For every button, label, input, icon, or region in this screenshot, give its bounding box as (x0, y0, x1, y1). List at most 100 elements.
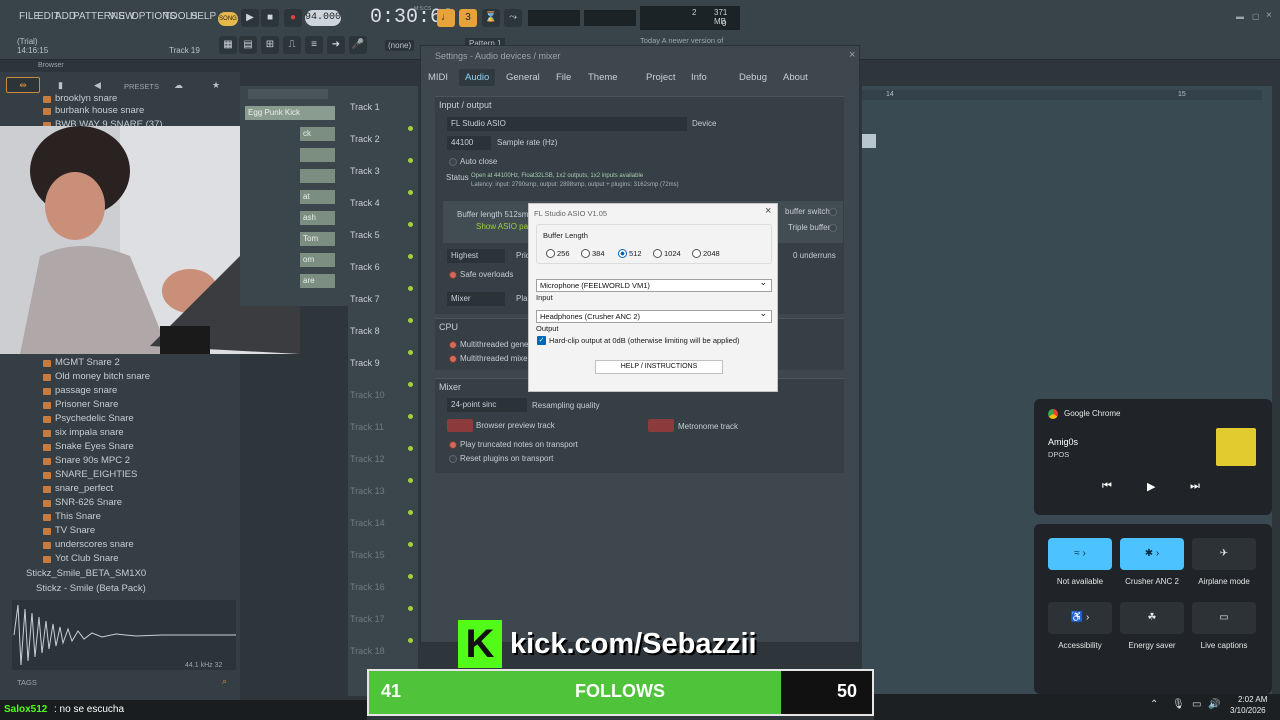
track-led[interactable] (408, 222, 413, 227)
track-label[interactable]: Track 11 (350, 422, 384, 432)
browser-presets-tab[interactable]: PRESETS (124, 82, 159, 91)
browser-item[interactable]: passage snare (42, 385, 117, 396)
track-led[interactable] (408, 446, 413, 451)
mixer-select[interactable]: Mixer (447, 292, 505, 306)
tempo-icon[interactable]: ≡ (305, 36, 323, 54)
stop-icon[interactable]: ■ (261, 9, 279, 27)
browser-all-tab[interactable]: ⇹ (6, 77, 40, 93)
browser-item[interactable]: Snake Eyes Snare (43, 441, 134, 452)
piano-roll-icon[interactable]: ⊞ (261, 36, 279, 54)
pattern-clip[interactable] (862, 134, 876, 148)
channel-button[interactable] (300, 169, 335, 183)
browser-item[interactable]: Old money bitch snare (42, 371, 150, 382)
close-icon[interactable]: × (1266, 10, 1272, 21)
arrow-icon[interactable]: ➜ (327, 36, 345, 54)
settings-close-icon[interactable]: × (849, 49, 855, 61)
output-device-select[interactable]: Headphones (Crusher ANC 2) (536, 308, 772, 323)
track-label[interactable]: Track 7 (350, 294, 380, 304)
taskbar-time[interactable]: 2:02 AM (1238, 695, 1267, 704)
multithreaded-mixer-toggle[interactable] (449, 355, 457, 363)
safe-overloads-toggle[interactable] (449, 271, 457, 279)
track-label[interactable]: Track 5 (350, 230, 380, 240)
playlist-timeline[interactable]: 14 15 (862, 90, 1262, 100)
search-icon[interactable]: ⌕ (222, 676, 227, 687)
song-mode-toggle[interactable]: SONG (218, 12, 238, 26)
metronome-icon[interactable]: ♩ (437, 9, 455, 27)
tempo-display[interactable]: 94.000 (305, 10, 341, 26)
count-in-icon[interactable]: 3 (459, 9, 477, 27)
tab-theme[interactable]: Theme (588, 72, 618, 83)
browser-item[interactable]: brooklyn snare (42, 93, 117, 104)
track-label[interactable]: Track 1 (350, 102, 380, 112)
channel-button[interactable]: are (300, 274, 335, 288)
channel-button[interactable]: Egg Punk Kick (245, 106, 335, 120)
triple-buffer-toggle[interactable] (829, 224, 837, 232)
auto-close-toggle[interactable] (449, 158, 457, 166)
browser-item[interactable]: SNR-626 Snare (42, 497, 122, 508)
track-led[interactable] (408, 574, 413, 579)
track-label[interactable]: Track 16 (350, 582, 385, 592)
browser-item[interactable]: This Snare (43, 511, 101, 522)
track-label[interactable]: Track 9 (350, 358, 380, 368)
track-label[interactable]: Track 18 (350, 646, 385, 656)
browser-item[interactable]: Prisoner Snare (42, 399, 118, 410)
track-label[interactable]: Track 4 (350, 198, 380, 208)
resampling-select[interactable]: 24-point sinc (447, 398, 527, 412)
track-label[interactable]: Track 8 (350, 326, 380, 336)
channel-rack-icon[interactable]: ▤ (239, 36, 257, 54)
tab-debug[interactable]: Debug (739, 72, 767, 83)
priority-select[interactable]: Highest (447, 249, 505, 263)
browser-folder[interactable]: Stickz_Smile_BETA_SM1X0 (26, 568, 146, 579)
buffer-switch-toggle[interactable] (829, 208, 837, 216)
playlist-icon[interactable]: ▦ (219, 36, 237, 54)
browser-item[interactable]: underscores snare (43, 539, 134, 550)
channel-button[interactable]: at (300, 190, 335, 204)
play-icon[interactable]: ▶ (241, 9, 259, 27)
browser-files-icon[interactable]: ▮ (58, 80, 63, 91)
track-label[interactable]: Track 3 (350, 166, 380, 176)
play-truncated-toggle[interactable] (449, 441, 457, 449)
loop-record-icon[interactable]: ⤳ (504, 9, 522, 27)
track-led[interactable] (408, 478, 413, 483)
live-captions-tile[interactable]: ▭ (1192, 602, 1256, 634)
channel-button[interactable]: Tom (300, 232, 335, 246)
record-icon[interactable]: ● (284, 9, 302, 27)
microphone-icon[interactable]: 🎤 (349, 36, 367, 54)
metronome-track-button[interactable] (648, 419, 674, 432)
track-label[interactable]: Track 13 (350, 486, 385, 496)
hardclip-checkbox[interactable]: ✓ (537, 336, 546, 345)
browser-speaker-icon[interactable]: ◀ (94, 80, 101, 91)
next-track-icon[interactable]: ⏭ (1190, 480, 1200, 493)
mixer-icon[interactable]: ⎍ (283, 36, 301, 54)
menu-help[interactable]: HELP (190, 11, 216, 22)
track-label[interactable]: Track 10 (350, 390, 385, 400)
airplane-tile[interactable]: ✈ (1192, 538, 1256, 570)
taskbar-date[interactable]: 3/10/2026 (1230, 706, 1266, 715)
track-led[interactable] (408, 286, 413, 291)
track-led[interactable] (408, 542, 413, 547)
help-instructions-button[interactable]: HELP / INSTRUCTIONS (595, 360, 723, 374)
none-dropdown[interactable]: (none) (385, 40, 415, 51)
track-label[interactable]: Track 14 (350, 518, 385, 528)
previous-track-icon[interactable]: ⏮ (1102, 480, 1112, 493)
accessibility-tile[interactable]: ♿ › (1048, 602, 1112, 634)
browser-star-icon[interactable]: ★ (212, 80, 220, 91)
track-led[interactable] (408, 606, 413, 611)
reset-plugins-toggle[interactable] (449, 455, 457, 463)
track-label[interactable]: Track 2 (350, 134, 380, 144)
sample-rate-select[interactable]: 44100 (447, 136, 491, 150)
track-label[interactable]: Track 12 (350, 454, 385, 464)
multithreaded-gen-toggle[interactable] (449, 341, 457, 349)
track-led[interactable] (408, 158, 413, 163)
buffer-radio-1024[interactable] (653, 249, 662, 258)
channel-button[interactable]: ash (300, 211, 335, 225)
tray-network-icon[interactable]: ▭ (1192, 699, 1201, 710)
browser-item[interactable]: SNARE_EIGHTIES (42, 469, 137, 480)
wifi-tile[interactable]: ≈ › (1048, 538, 1112, 570)
browser-item[interactable]: TV Snare (42, 525, 95, 536)
track-led[interactable] (408, 382, 413, 387)
tab-file[interactable]: File (556, 72, 571, 83)
tray-microphone-icon[interactable]: 🎙 (1172, 699, 1185, 710)
track-label[interactable]: Track 6 (350, 262, 380, 272)
browser-folder[interactable]: Stickz - Smile (Beta Pack) (36, 583, 146, 594)
